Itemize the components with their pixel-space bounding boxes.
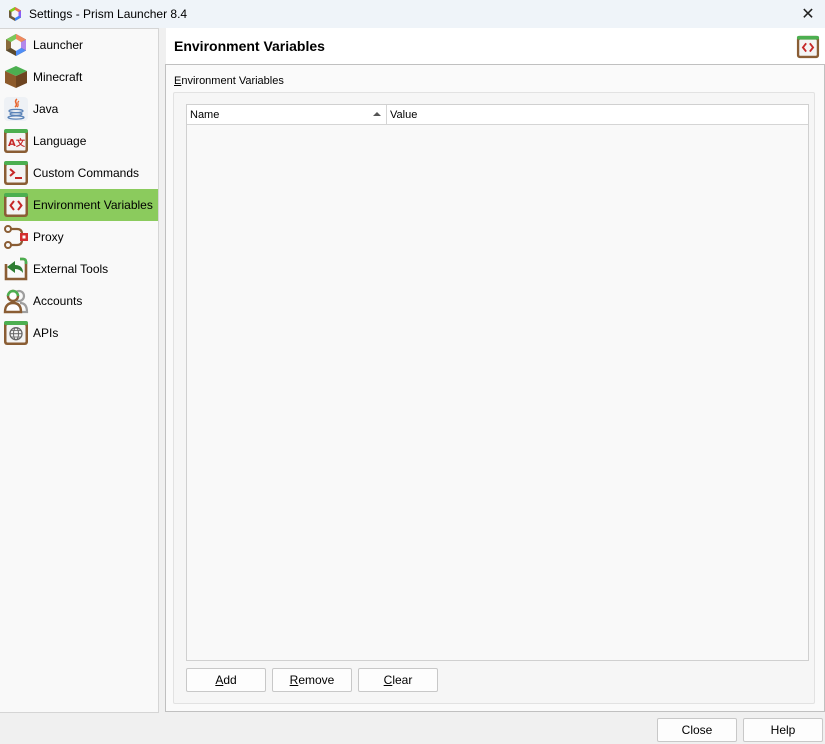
- sidebar-item-label: Environment Variables: [33, 198, 153, 212]
- title-bar: Settings - Prism Launcher 8.4 ✕: [0, 0, 825, 28]
- button-mnemonic: C: [383, 673, 393, 687]
- sidebar-item-label: External Tools: [33, 262, 109, 276]
- help-button[interactable]: Help: [743, 718, 823, 742]
- sidebar-item-label: Launcher: [33, 38, 84, 52]
- environment-variables-table[interactable]: Name Value: [186, 104, 809, 661]
- svg-text:A: A: [8, 138, 16, 149]
- sidebar-item-external-tools[interactable]: External Tools: [0, 253, 158, 285]
- external-tools-icon: [4, 257, 28, 281]
- sidebar-item-environment-variables[interactable]: Environment Variables: [0, 189, 158, 221]
- window-close-button[interactable]: ✕: [791, 0, 825, 28]
- column-label: Value: [390, 108, 418, 121]
- sidebar-item-apis[interactable]: APIs: [0, 317, 158, 349]
- settings-dialog: Launcher Minecraft Java A 文 Language Cus…: [0, 28, 825, 744]
- button-mnemonic: A: [215, 673, 224, 687]
- svg-text:文: 文: [15, 137, 26, 149]
- column-label: Name: [190, 108, 220, 121]
- table-header: Name Value: [187, 105, 808, 125]
- dialog-button-box: Close Help: [0, 717, 825, 744]
- sidebar-item-java[interactable]: Java: [0, 93, 158, 125]
- window-title: Settings - Prism Launcher 8.4: [29, 7, 188, 21]
- button-label: Close: [681, 723, 713, 737]
- apis-icon: [4, 321, 28, 345]
- column-header-name[interactable]: Name: [187, 105, 387, 124]
- table-body[interactable]: [187, 125, 808, 660]
- button-mnemonic: R: [289, 673, 299, 687]
- language-icon: A 文: [4, 129, 28, 153]
- sidebar-item-label: Java: [33, 102, 59, 116]
- close-button[interactable]: Close: [657, 718, 737, 742]
- accounts-icon: [3, 289, 29, 314]
- settings-sidebar: Launcher Minecraft Java A 文 Language Cus…: [0, 28, 159, 713]
- launcher-icon: [6, 34, 26, 56]
- button-label: Help: [770, 723, 796, 737]
- button-label: dd: [223, 673, 237, 687]
- page-header: Environment Variables: [166, 28, 825, 64]
- sidebar-item-label: Custom Commands: [33, 166, 140, 180]
- sort-ascending-icon: [373, 112, 381, 116]
- button-label: emove: [298, 673, 335, 687]
- column-header-value[interactable]: Value: [387, 105, 808, 124]
- sidebar-item-proxy[interactable]: Proxy: [0, 221, 158, 253]
- proxy-icon: [4, 225, 28, 249]
- java-icon: [4, 97, 28, 121]
- environment-variables-icon: [796, 35, 820, 59]
- sidebar-item-custom-commands[interactable]: Custom Commands: [0, 157, 158, 189]
- custom-commands-icon: [4, 161, 28, 185]
- minecraft-icon: [5, 66, 27, 88]
- sidebar-item-label: Accounts: [33, 294, 83, 308]
- sidebar-item-label: Minecraft: [33, 70, 83, 84]
- button-label: lear: [392, 673, 413, 687]
- sidebar-item-label: APIs: [33, 326, 59, 340]
- group-box-title: Environment Variables: [174, 75, 284, 87]
- page-content: Environment Variables Name Value Add R e…: [165, 64, 825, 712]
- close-icon: ✕: [801, 6, 815, 23]
- sidebar-item-label: Language: [33, 134, 87, 148]
- remove-button[interactable]: Remove: [272, 668, 352, 692]
- sidebar-item-accounts[interactable]: Accounts: [0, 285, 158, 317]
- clear-button[interactable]: Clear: [358, 668, 438, 692]
- environment-variables-icon: [4, 193, 28, 217]
- page-title: Environment Variables: [174, 38, 325, 54]
- sidebar-item-label: Proxy: [33, 230, 64, 244]
- add-button[interactable]: Add: [186, 668, 266, 692]
- sidebar-item-minecraft[interactable]: Minecraft: [0, 61, 158, 93]
- sidebar-item-launcher[interactable]: Launcher: [0, 29, 158, 61]
- sidebar-item-language[interactable]: A 文 Language: [0, 125, 158, 157]
- group-label-text: nvironment Variables: [181, 75, 284, 87]
- environment-variables-group: Name Value Add Remove Clear: [173, 92, 815, 704]
- prism-launcher-logo-icon: [9, 7, 21, 21]
